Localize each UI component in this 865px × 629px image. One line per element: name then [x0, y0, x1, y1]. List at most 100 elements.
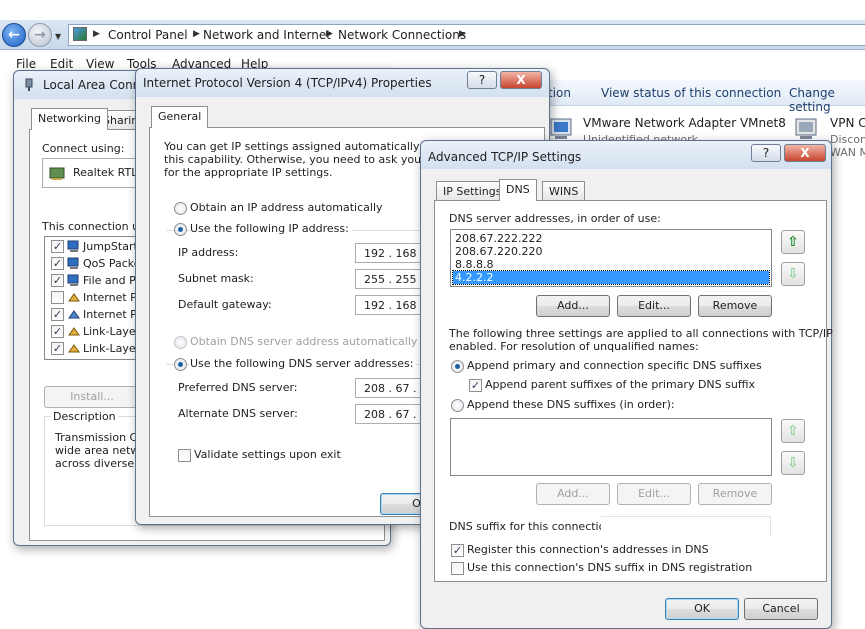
suffix-move-up-button[interactable]: ⇧: [781, 419, 805, 443]
obtain-ip-auto-radio[interactable]: [174, 202, 187, 215]
append-primary-label[interactable]: Append primary and connection specific D…: [467, 359, 762, 372]
cmd-partial[interactable]: tion: [548, 86, 571, 100]
append-primary-radio[interactable]: [451, 360, 464, 373]
obtain-dns-auto-radio[interactable]: [174, 336, 187, 349]
ipv4-close-button[interactable]: X: [500, 71, 542, 89]
description-heading: Description: [51, 410, 118, 423]
use-dns-label[interactable]: Use the following DNS server addresses:: [190, 357, 417, 370]
move-down-button[interactable]: ⇩: [781, 262, 805, 286]
advanced-title-bar[interactable]: Advanced TCP/IP Settings ? X: [421, 141, 831, 169]
component-label: Link-Layer: [83, 342, 141, 355]
use-ip-label[interactable]: Use the following IP address:: [190, 222, 352, 235]
move-up-button[interactable]: ⇧: [781, 230, 805, 254]
green-up-arrow-icon: ⇧: [787, 423, 799, 439]
dns-server-item[interactable]: 208.67.222.222: [453, 232, 542, 245]
append-parent-label[interactable]: Append parent suffixes of the primary DN…: [485, 378, 755, 391]
advanced-window-title: Advanced TCP/IP Settings: [428, 150, 582, 164]
tab-dns[interactable]: DNS: [499, 179, 537, 201]
back-button[interactable]: ←: [2, 23, 26, 47]
suffix-add-button[interactable]: Add...: [536, 483, 610, 505]
intro-text-line: You can get IP settings assigned automat…: [164, 140, 459, 153]
advanced-cancel-button[interactable]: Cancel: [744, 598, 818, 620]
component-checkbox[interactable]: ✓: [51, 342, 64, 355]
breadcrumb-separator-icon[interactable]: ▶: [326, 29, 333, 39]
obtain-dns-auto-label[interactable]: Obtain DNS server address automatically: [190, 335, 417, 348]
preferred-dns-label: Preferred DNS server:: [178, 381, 298, 394]
breadcrumb-separator-icon[interactable]: ▶: [93, 29, 100, 39]
dns-server-list[interactable]: 208.67.222.222 208.67.220.220 8.8.8.8 4.…: [450, 229, 772, 287]
breadcrumb-separator-icon[interactable]: ▶: [193, 29, 200, 39]
address-bar-area: ← → ▼ ▶ Control Panel ▶ Network and Inte…: [0, 20, 865, 50]
address-field[interactable]: ▶ Control Panel ▶ Network and Internet ▶…: [68, 24, 865, 46]
default-gateway-value: 192 . 168 .: [364, 299, 424, 312]
use-ip-radio[interactable]: [174, 223, 187, 236]
tab-networking[interactable]: Networking: [31, 108, 108, 130]
use-suffix-checkbox[interactable]: [451, 562, 464, 575]
green-down-arrow-icon: ⇩: [787, 455, 799, 471]
protocol-icon: [68, 344, 80, 353]
alternate-dns-value: 208 . 67 .: [364, 408, 417, 421]
validate-settings-checkbox[interactable]: [178, 449, 191, 462]
back-arrow-icon: ←: [8, 27, 20, 43]
dns-server-item-selected[interactable]: 4.2.2.2: [452, 270, 770, 285]
forward-arrow-icon: →: [34, 27, 46, 43]
advanced-help-button[interactable]: ?: [751, 144, 781, 162]
info-text-line: enabled. For resolution of unqualified n…: [449, 340, 699, 353]
component-checkbox[interactable]: [51, 291, 64, 304]
menu-edit[interactable]: Edit: [50, 57, 73, 71]
use-suffix-label[interactable]: Use this connection's DNS suffix in DNS …: [467, 561, 752, 574]
dns-suffix-list[interactable]: [450, 418, 772, 476]
breadcrumb-separator-icon[interactable]: ▶: [459, 29, 466, 39]
ipv4-help-button[interactable]: ?: [467, 71, 497, 89]
suffix-remove-button[interactable]: Remove: [698, 483, 772, 505]
breadcrumb-network-connections[interactable]: Network Connections: [338, 28, 466, 42]
green-down-arrow-icon: ⇩: [787, 266, 799, 282]
tab-ip-settings[interactable]: IP Settings: [436, 181, 509, 201]
dns-suffix-label: DNS suffix for this connection:: [449, 520, 617, 533]
dns-suffix-input[interactable]: [601, 516, 771, 536]
append-parent-checkbox[interactable]: ✓: [469, 379, 482, 392]
lan-window-title: Local Area Conne: [43, 78, 148, 92]
service-icon: [67, 257, 79, 269]
component-checkbox[interactable]: ✓: [51, 274, 64, 287]
forward-button[interactable]: →: [28, 23, 52, 47]
advanced-close-button[interactable]: X: [784, 144, 826, 162]
append-these-radio[interactable]: [451, 399, 464, 412]
component-label: Internet Pr: [83, 308, 142, 321]
use-dns-radio[interactable]: [174, 358, 187, 371]
validate-settings-label[interactable]: Validate settings upon exit: [194, 448, 341, 461]
dns-add-button[interactable]: Add...: [536, 295, 610, 317]
install-button[interactable]: Install...: [44, 386, 140, 408]
connect-using-label: Connect using:: [42, 142, 125, 155]
advanced-ok-button[interactable]: OK: [665, 598, 739, 620]
dns-edit-button[interactable]: Edit...: [617, 295, 691, 317]
dns-remove-button[interactable]: Remove: [698, 295, 772, 317]
protocol-icon: [68, 310, 80, 319]
cmd-change-settings[interactable]: Change setting: [789, 86, 865, 114]
component-label: File and Pr: [83, 274, 141, 287]
tab-wins[interactable]: WINS: [542, 181, 586, 201]
menu-view[interactable]: View: [86, 57, 114, 71]
dns-server-item[interactable]: 8.8.8.8: [453, 258, 493, 271]
component-checkbox[interactable]: ✓: [51, 240, 64, 253]
register-dns-checkbox[interactable]: ✓: [451, 544, 464, 557]
ipv4-title-bar[interactable]: Internet Protocol Version 4 (TCP/IPv4) P…: [136, 69, 549, 97]
append-these-label[interactable]: Append these DNS suffixes (in order):: [467, 398, 675, 411]
dns-server-item[interactable]: 208.67.220.220: [453, 245, 542, 258]
tab-general[interactable]: General: [151, 106, 209, 128]
component-checkbox[interactable]: ✓: [51, 257, 64, 270]
cmd-view-status[interactable]: View status of this connection: [601, 86, 781, 100]
register-dns-label[interactable]: Register this connection's addresses in …: [467, 543, 709, 556]
suffix-move-down-button[interactable]: ⇩: [781, 451, 805, 475]
menu-file[interactable]: File: [16, 57, 36, 71]
suffix-edit-button[interactable]: Edit...: [617, 483, 691, 505]
component-checkbox[interactable]: ✓: [51, 325, 64, 338]
network-connection-icon: [25, 78, 33, 91]
breadcrumb-network-and-internet[interactable]: Network and Internet: [203, 28, 331, 42]
component-checkbox[interactable]: ✓: [51, 308, 64, 321]
recent-pages-dropdown-icon[interactable]: ▼: [55, 32, 61, 41]
network-card-icon: [49, 167, 65, 180]
obtain-ip-auto-label[interactable]: Obtain an IP address automatically: [190, 201, 383, 214]
ip-address-label: IP address:: [178, 246, 239, 259]
breadcrumb-control-panel[interactable]: Control Panel: [108, 28, 188, 42]
